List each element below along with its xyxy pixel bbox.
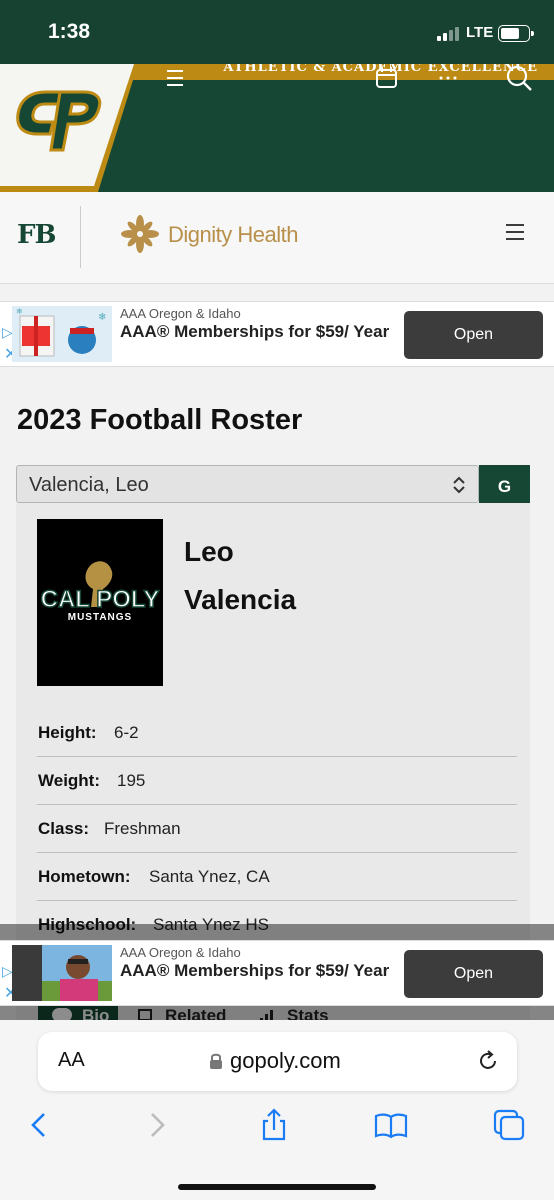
player-select[interactable]: Valencia, Leo <box>16 465 479 503</box>
site-header: ATHLETIC & ACADEMIC EXCELLENCE <box>0 64 554 192</box>
ad-open-button[interactable]: Open <box>404 950 543 998</box>
cal-poly-cp-logo[interactable] <box>0 64 160 192</box>
headshot-text-bottom: MUSTANGS <box>68 612 132 623</box>
ad-headline[interactable]: AAA® Memberships for $59/ Year <box>120 961 390 981</box>
sport-menu-icon[interactable] <box>505 222 525 242</box>
sponsor-logo[interactable]: Dignity Health <box>118 214 318 254</box>
ad-banner[interactable]: ▷ ✕ ❄ ❄ AAA Oregon & Idaho AAA® Membershi… <box>0 301 554 367</box>
home-indicator[interactable] <box>178 1184 376 1190</box>
url-text: gopoly.com <box>230 1048 341 1073</box>
ad-open-button[interactable]: Open <box>404 311 543 359</box>
bookmarks-icon[interactable] <box>374 1108 408 1142</box>
player-select-value: Valencia, Leo <box>29 474 149 496</box>
share-icon[interactable] <box>257 1108 291 1142</box>
ad-headline[interactable]: AAA® Memberships for $59/ Year <box>120 322 390 342</box>
text-size-button[interactable]: AA <box>58 1049 85 1072</box>
headshot-text-top: CAL POLY <box>41 586 160 613</box>
svg-text:❄: ❄ <box>98 312 106 323</box>
bio-value: Santa Ynez HS <box>153 915 269 934</box>
ad-advertiser: AAA Oregon & Idaho <box>120 945 241 960</box>
cal-poly-mustangs-logo: CAL POLY MUSTANGS <box>37 519 163 686</box>
lock-icon <box>210 1053 222 1069</box>
player-last-name: Valencia <box>184 584 297 615</box>
dignity-health-flower-icon <box>121 215 159 253</box>
page-title: 2023 Football Roster <box>17 404 303 436</box>
bio-row-hometown: Hometown: Santa Ynez, CA <box>37 853 517 901</box>
bio-value: Santa Ynez, CA <box>149 867 270 886</box>
back-icon[interactable] <box>22 1108 56 1142</box>
bio-label: Class: <box>38 819 90 838</box>
sponsor-name: Dignity Health <box>168 222 298 247</box>
search-icon[interactable] <box>505 64 533 92</box>
bio-label: Weight: <box>38 771 101 790</box>
tabs-icon[interactable] <box>492 1108 526 1142</box>
bio-label: Hometown: <box>38 867 131 886</box>
divider <box>80 206 81 268</box>
forward-icon[interactable] <box>140 1108 174 1142</box>
network-type: LTE <box>466 24 494 41</box>
svg-text:❄: ❄ <box>16 307 23 316</box>
reload-icon[interactable] <box>476 1049 500 1073</box>
browser-toolbar: AA gopoly.com <box>0 1020 554 1200</box>
bio-label: Highschool: <box>38 915 137 934</box>
status-time: 1:38 <box>48 20 91 43</box>
hamburger-icon[interactable] <box>164 64 192 92</box>
battery-icon <box>498 25 534 42</box>
select-arrows-icon <box>453 476 465 494</box>
bio-row-class: Class: Freshman <box>37 805 517 853</box>
cellular-signal-icon <box>437 27 463 41</box>
ellipsis-icon[interactable] <box>436 64 464 92</box>
logo-panel <box>0 64 554 192</box>
sport-label[interactable]: FB <box>17 220 56 250</box>
ad-image <box>12 945 112 1001</box>
bio-row-height: Height: 6-2 <box>37 709 517 757</box>
player-headshot: CAL POLY MUSTANGS <box>37 519 163 686</box>
player-first-name: Leo <box>184 536 234 567</box>
sport-bar: FB Dignity Health <box>0 192 554 284</box>
ad-advertiser: AAA Oregon & Idaho <box>120 306 241 321</box>
bio-label: Height: <box>38 723 97 742</box>
calendar-icon[interactable] <box>374 64 402 92</box>
ad-banner-sticky[interactable]: ▷ ✕ AAA Oregon & Idaho AAA® Memberships … <box>0 940 554 1006</box>
bio-row-weight: Weight: 195 <box>37 757 517 805</box>
go-button[interactable]: G <box>479 465 530 508</box>
bio-value: 195 <box>117 771 146 790</box>
bio-value: Freshman <box>104 819 181 838</box>
status-bar: 1:38 LTE <box>0 0 554 64</box>
bio-value: 6-2 <box>114 723 139 742</box>
ad-image: ❄❄ <box>12 306 112 362</box>
address-bar[interactable]: AA gopoly.com <box>38 1032 517 1091</box>
